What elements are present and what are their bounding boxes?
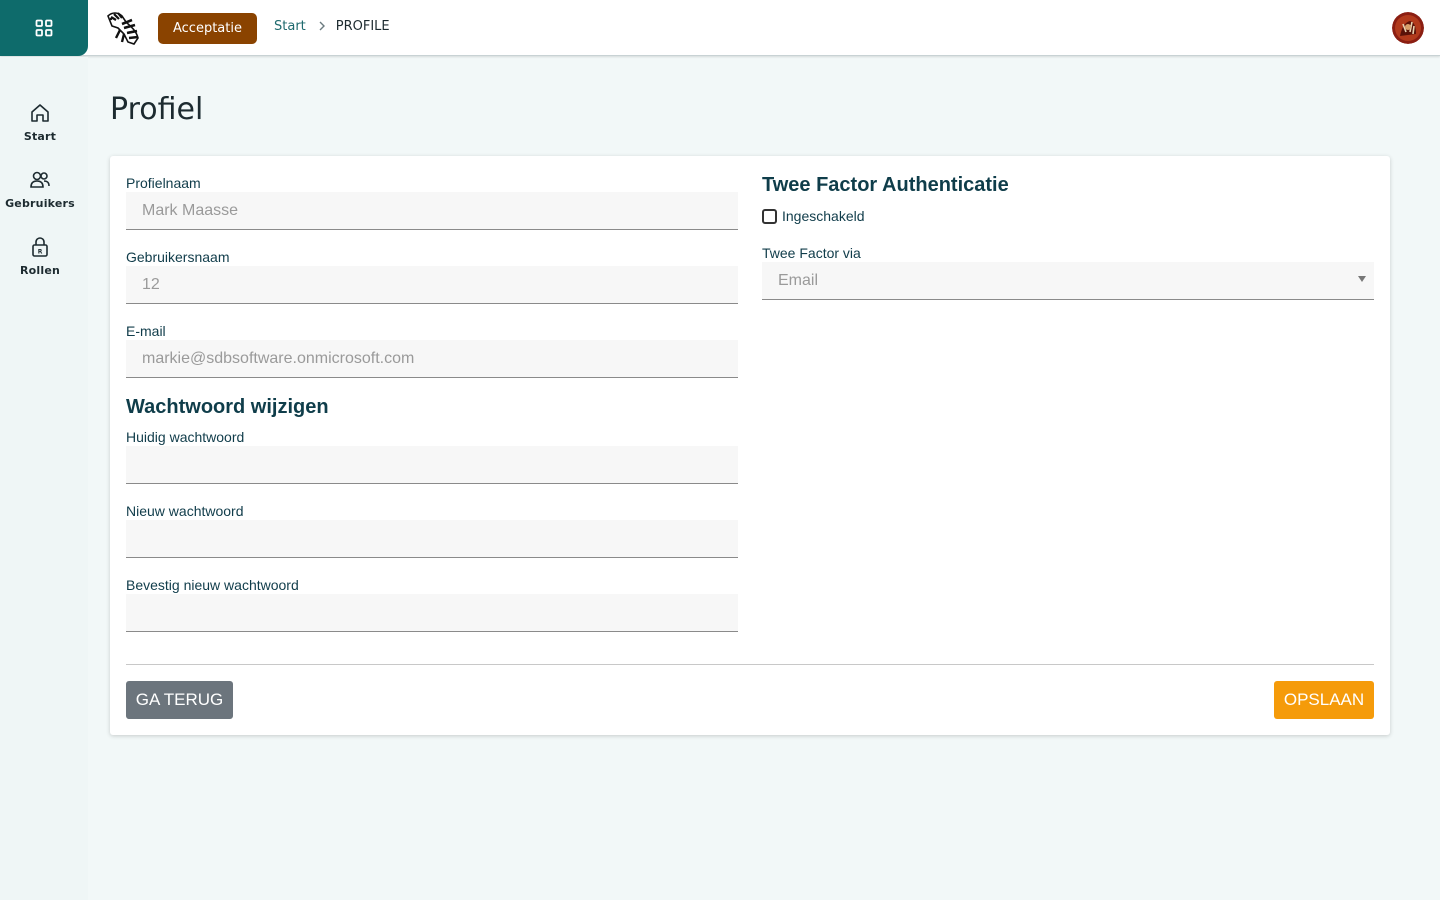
profile-name-input[interactable] bbox=[126, 192, 738, 230]
two-factor-via-field: Twee Factor via bbox=[762, 244, 1374, 300]
divider bbox=[126, 664, 1374, 665]
sidebar-item-label: Start bbox=[23, 130, 57, 143]
current-password-input[interactable] bbox=[126, 446, 738, 484]
breadcrumb-current: PROFILE bbox=[335, 19, 390, 34]
profile-name-label: Profielnaam bbox=[126, 175, 201, 191]
two-factor-enabled-checkbox[interactable]: Ingeschakeld bbox=[762, 208, 865, 224]
back-button[interactable]: GA TERUG bbox=[126, 681, 233, 719]
new-password-label: Nieuw wachtwoord bbox=[126, 503, 244, 519]
two-factor-enabled-label: Ingeschakeld bbox=[782, 208, 865, 224]
username-label: Gebruikersnaam bbox=[126, 249, 230, 265]
environment-badge[interactable]: Acceptatie bbox=[158, 13, 257, 44]
password-section-title: Wachtwoord wijzigen bbox=[126, 396, 329, 418]
sidebar-item-gebruikers[interactable]: Gebruikers bbox=[0, 169, 80, 229]
profile-name-field: Profielnaam bbox=[126, 174, 738, 230]
sidebar-item-start[interactable]: Start bbox=[0, 102, 80, 162]
two-factor-via-select[interactable] bbox=[762, 262, 1374, 300]
apps-menu-button[interactable] bbox=[0, 0, 88, 56]
email-label: E-mail bbox=[126, 323, 166, 339]
two-factor-via-label: Twee Factor via bbox=[762, 245, 861, 261]
new-password-input[interactable] bbox=[126, 520, 738, 558]
home-icon bbox=[31, 104, 49, 122]
user-avatar-icon[interactable] bbox=[1392, 12, 1424, 44]
sidebar-item-rollen[interactable]: R Rollen bbox=[0, 236, 80, 296]
breadcrumb: Start PROFILE bbox=[274, 19, 390, 34]
lock-icon: R bbox=[32, 237, 48, 257]
two-factor-via-value[interactable] bbox=[762, 262, 1374, 300]
top-bar: Acceptatie Start PROFILE bbox=[0, 0, 1440, 56]
page-title: Profiel bbox=[110, 92, 204, 127]
checkbox-icon[interactable] bbox=[762, 208, 777, 224]
breadcrumb-start-link[interactable]: Start bbox=[274, 19, 306, 34]
confirm-password-field: Bevestig nieuw wachtwoord bbox=[126, 576, 738, 632]
username-field: Gebruikersnaam bbox=[126, 248, 738, 304]
zebra-logo-icon[interactable] bbox=[102, 8, 142, 48]
confirm-password-label: Bevestig nieuw wachtwoord bbox=[126, 577, 299, 593]
caret-down-icon bbox=[1358, 276, 1366, 282]
confirm-password-input[interactable] bbox=[126, 594, 738, 632]
email-input[interactable] bbox=[126, 340, 738, 378]
two-factor-section-title: Twee Factor Authenticatie bbox=[762, 174, 1009, 196]
new-password-field: Nieuw wachtwoord bbox=[126, 502, 738, 558]
sidebar: Start Gebruikers R Rollen bbox=[0, 57, 88, 900]
profile-card: Profielnaam Gebruikersnaam E-mail Wachtw… bbox=[110, 156, 1390, 735]
email-field: E-mail bbox=[126, 322, 738, 378]
svg-text:R: R bbox=[38, 249, 43, 256]
users-icon bbox=[30, 171, 50, 188]
save-button[interactable]: OPSLAAN bbox=[1274, 681, 1374, 719]
current-password-label: Huidig wachtwoord bbox=[126, 429, 245, 445]
sidebar-item-label: Rollen bbox=[19, 264, 61, 277]
grid-icon bbox=[35, 19, 53, 37]
sidebar-item-label: Gebruikers bbox=[5, 197, 75, 210]
username-input[interactable] bbox=[126, 266, 738, 304]
chevron-right-icon bbox=[318, 20, 326, 34]
current-password-field: Huidig wachtwoord bbox=[126, 428, 738, 484]
